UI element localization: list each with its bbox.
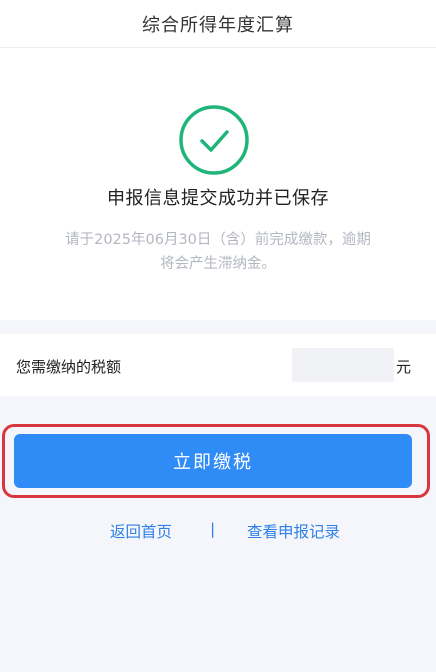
tax-amount-row: 您需缴纳的税额 元 bbox=[0, 334, 436, 396]
success-panel: 申报信息提交成功并已保存 请于2025年06月30日（含）前完成缴款，逾期将会产… bbox=[0, 48, 436, 320]
page-title: 综合所得年度汇算 bbox=[142, 14, 294, 36]
tax-amount-value-field bbox=[292, 348, 394, 382]
link-divider: | bbox=[210, 520, 216, 538]
back-home-link[interactable]: 返回首页 bbox=[110, 520, 172, 542]
pay-now-button[interactable]: 立即缴税 bbox=[14, 434, 412, 488]
tax-amount-unit: 元 bbox=[396, 358, 412, 376]
top-bar: 综合所得年度汇算 bbox=[0, 0, 436, 48]
check-circle-icon bbox=[179, 105, 249, 175]
success-title: 申报信息提交成功并已保存 bbox=[107, 188, 329, 209]
view-declaration-records-link[interactable]: 查看申报记录 bbox=[247, 520, 340, 542]
tax-amount-label: 您需缴纳的税额 bbox=[16, 358, 122, 376]
footer-links: 返回首页 | 查看申报记录 bbox=[0, 518, 436, 542]
payment-deadline-notice: 请于2025年06月30日（含）前完成缴款，逾期将会产生滞纳金。 bbox=[65, 232, 371, 272]
